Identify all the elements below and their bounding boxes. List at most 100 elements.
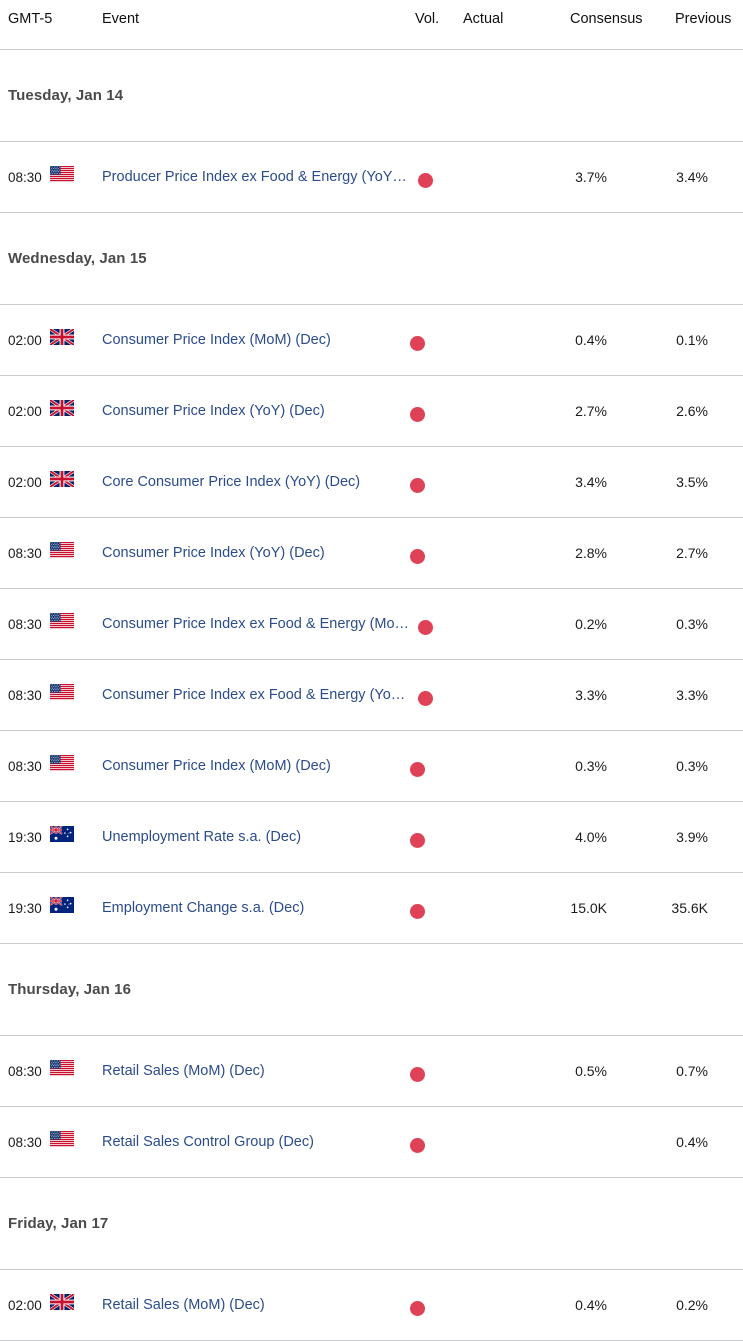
high-volatility-dot xyxy=(410,404,440,423)
high-volatility-dot xyxy=(410,1135,440,1154)
event-consensus: 3.4% xyxy=(575,474,607,490)
event-previous: 0.2% xyxy=(676,1297,708,1313)
event-previous: 3.3% xyxy=(676,687,708,703)
event-link[interactable]: Unemployment Rate s.a. (Dec) xyxy=(102,828,418,847)
column-header-volatility: Vol. xyxy=(415,11,440,27)
table-row[interactable]: 08:30 Consumer Price Index (MoM) (Dec) 0… xyxy=(0,731,743,802)
event-name-cell: Employment Change s.a. (Dec) xyxy=(102,899,418,918)
au-flag xyxy=(50,897,80,913)
table-row[interactable]: 08:30 Producer Price Index ex Food & Ene… xyxy=(0,142,743,213)
column-header-time: GMT-5 xyxy=(8,11,53,27)
date-group-header: Thursday, Jan 16 xyxy=(0,944,743,1036)
economic-calendar-table: GMT-5 Event Vol. Actual Consensus Previo… xyxy=(0,0,743,1341)
table-row[interactable]: 08:30 Consumer Price Index (YoY) (Dec) 2… xyxy=(0,518,743,589)
event-time: 08:30 xyxy=(8,1135,42,1150)
event-consensus: 3.3% xyxy=(575,687,607,703)
event-previous: 0.3% xyxy=(676,616,708,632)
high-volatility-dot xyxy=(410,1064,440,1083)
date-label: Friday, Jan 17 xyxy=(8,1215,109,1232)
event-previous: 2.6% xyxy=(676,403,708,419)
table-row[interactable]: 08:30 Retail Sales (MoM) (Dec) 0.5% 0.7% xyxy=(0,1036,743,1107)
event-time: 02:00 xyxy=(8,1298,42,1313)
event-time: 19:30 xyxy=(8,830,42,845)
event-link[interactable]: Consumer Price Index (YoY) (Dec) xyxy=(102,402,418,421)
event-link[interactable]: Retail Sales (MoM) (Dec) xyxy=(102,1296,418,1315)
event-link[interactable]: Consumer Price Index ex Food & Energy (Y… xyxy=(102,686,418,705)
event-name-cell: Core Consumer Price Index (YoY) (Dec) xyxy=(102,473,418,492)
date-label: Wednesday, Jan 15 xyxy=(8,250,147,267)
column-header-previous: Previous xyxy=(675,11,732,27)
event-consensus: 0.4% xyxy=(575,1297,607,1313)
table-header-row: GMT-5 Event Vol. Actual Consensus Previo… xyxy=(0,0,743,50)
high-volatility-dot xyxy=(410,1298,440,1317)
table-row[interactable]: 02:00 Core Consumer Price Index (YoY) (D… xyxy=(0,447,743,518)
event-time: 02:00 xyxy=(8,404,42,419)
event-name-cell: Retail Sales (MoM) (Dec) xyxy=(102,1062,418,1081)
table-row[interactable]: 19:30 Unemployment Rate s.a. (Dec) 4.0% … xyxy=(0,802,743,873)
event-name-cell: Retail Sales Control Group (Dec) xyxy=(102,1133,418,1152)
event-link[interactable]: Employment Change s.a. (Dec) xyxy=(102,899,418,918)
event-previous: 0.3% xyxy=(676,758,708,774)
high-volatility-dot xyxy=(410,901,440,920)
high-volatility-dot xyxy=(418,170,448,189)
event-link[interactable]: Consumer Price Index (MoM) (Dec) xyxy=(102,331,418,350)
event-link[interactable]: Producer Price Index ex Food & Energy (Y… xyxy=(102,168,418,187)
event-name-cell: Consumer Price Index ex Food & Energy (M… xyxy=(102,615,418,634)
table-row[interactable]: 08:30 Consumer Price Index ex Food & Ene… xyxy=(0,589,743,660)
event-name-cell: Consumer Price Index (MoM) (Dec) xyxy=(102,757,418,776)
table-row[interactable]: 08:30 Retail Sales Control Group (Dec) 0… xyxy=(0,1107,743,1178)
event-previous: 0.1% xyxy=(676,332,708,348)
gb-flag xyxy=(50,400,80,416)
date-group-header: Wednesday, Jan 15 xyxy=(0,213,743,305)
table-row[interactable]: 02:00 Consumer Price Index (YoY) (Dec) 2… xyxy=(0,376,743,447)
date-group-header: Friday, Jan 17 xyxy=(0,1178,743,1270)
event-time: 02:00 xyxy=(8,333,42,348)
event-previous: 0.4% xyxy=(676,1134,708,1150)
au-flag xyxy=(50,826,80,842)
event-consensus: 0.3% xyxy=(575,758,607,774)
event-previous: 2.7% xyxy=(676,545,708,561)
date-label: Tuesday, Jan 14 xyxy=(8,87,124,104)
event-link[interactable]: Consumer Price Index (MoM) (Dec) xyxy=(102,757,418,776)
event-consensus: 0.2% xyxy=(575,616,607,632)
event-link[interactable]: Retail Sales Control Group (Dec) xyxy=(102,1133,418,1152)
event-link[interactable]: Consumer Price Index (YoY) (Dec) xyxy=(102,544,418,563)
event-consensus: 0.5% xyxy=(575,1063,607,1079)
column-header-event: Event xyxy=(102,11,140,27)
us-flag xyxy=(50,1131,80,1147)
event-name-cell: Consumer Price Index (YoY) (Dec) xyxy=(102,402,418,421)
event-link[interactable]: Consumer Price Index ex Food & Energy (M… xyxy=(102,615,418,634)
table-row[interactable]: 02:00 Consumer Price Index (MoM) (Dec) 0… xyxy=(0,305,743,376)
event-time: 08:30 xyxy=(8,617,42,632)
us-flag xyxy=(50,613,80,629)
gb-flag xyxy=(50,1294,80,1310)
high-volatility-dot xyxy=(410,475,440,494)
event-time: 08:30 xyxy=(8,688,42,703)
event-name-cell: Unemployment Rate s.a. (Dec) xyxy=(102,828,418,847)
us-flag xyxy=(50,755,80,771)
column-header-actual: Actual xyxy=(463,11,504,27)
event-name-cell: Producer Price Index ex Food & Energy (Y… xyxy=(102,168,418,187)
table-row[interactable]: 02:00 Retail Sales (MoM) (Dec) 0.4% 0.2% xyxy=(0,1270,743,1341)
event-link[interactable]: Retail Sales (MoM) (Dec) xyxy=(102,1062,418,1081)
event-consensus: 4.0% xyxy=(575,829,607,845)
event-consensus: 2.8% xyxy=(575,545,607,561)
high-volatility-dot xyxy=(418,617,448,636)
us-flag xyxy=(50,166,80,182)
table-row[interactable]: 08:30 Consumer Price Index ex Food & Ene… xyxy=(0,660,743,731)
date-group-header: Tuesday, Jan 14 xyxy=(0,50,743,142)
high-volatility-dot xyxy=(410,546,440,565)
us-flag xyxy=(50,1060,80,1076)
event-previous: 3.4% xyxy=(676,169,708,185)
event-name-cell: Consumer Price Index (YoY) (Dec) xyxy=(102,544,418,563)
event-link[interactable]: Core Consumer Price Index (YoY) (Dec) xyxy=(102,473,418,492)
event-time: 08:30 xyxy=(8,759,42,774)
table-row[interactable]: 19:30 Employment Change s.a. (Dec) 15.0K… xyxy=(0,873,743,944)
column-header-consensus: Consensus xyxy=(570,11,643,27)
event-name-cell: Consumer Price Index (MoM) (Dec) xyxy=(102,331,418,350)
event-previous: 3.9% xyxy=(676,829,708,845)
event-name-cell: Consumer Price Index ex Food & Energy (Y… xyxy=(102,686,418,705)
high-volatility-dot xyxy=(410,759,440,778)
high-volatility-dot xyxy=(418,688,448,707)
event-time: 08:30 xyxy=(8,170,42,185)
